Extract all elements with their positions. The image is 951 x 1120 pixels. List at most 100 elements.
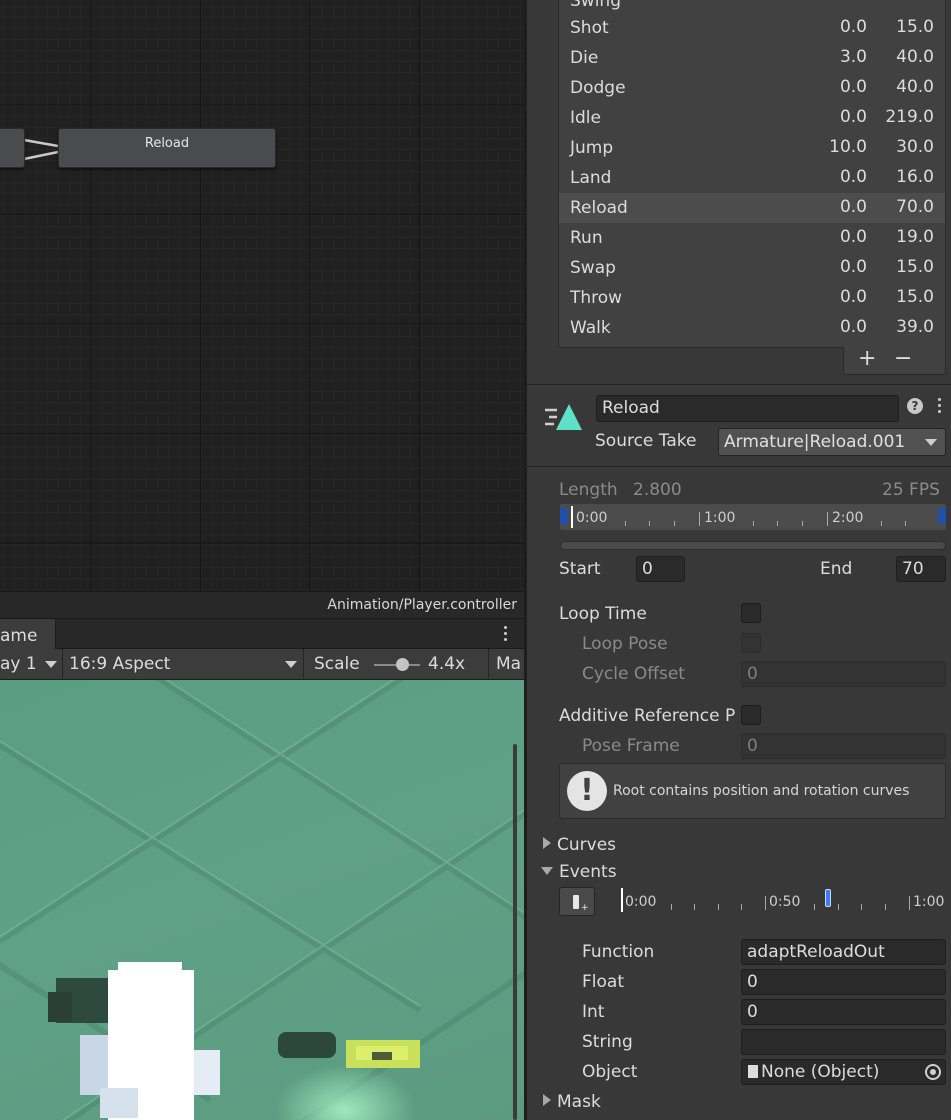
clip-start-frame: 0.0 (839, 197, 867, 217)
object-field[interactable]: None (Object) (741, 1059, 946, 1085)
state-node-partial[interactable] (0, 128, 25, 168)
end-label: End (820, 559, 853, 579)
list-item[interactable]: Dodge 0.0 40.0 (559, 73, 945, 103)
clip-end-frame: 15.0 (896, 257, 934, 277)
string-field[interactable] (741, 1029, 946, 1055)
events-timeline[interactable]: 0:00 0:50 1:00 (607, 886, 944, 916)
loop-pose-label: Loop Pose (582, 634, 668, 654)
help-icon[interactable]: ? (907, 398, 923, 414)
game-tabbar: ame (0, 618, 524, 650)
list-item[interactable]: Walk 0.0 39.0 (559, 313, 945, 343)
range-slider[interactable] (560, 541, 946, 550)
clip-start-frame: 0.0 (839, 107, 867, 127)
divider (527, 466, 951, 467)
list-item[interactable]: Throw 0.0 15.0 (559, 283, 945, 313)
clip-name: Swap (570, 258, 616, 278)
display-dropdown[interactable]: ay 1 (0, 649, 63, 680)
events-playhead[interactable] (621, 888, 623, 912)
mask-label: Mask (557, 1092, 601, 1112)
end-field[interactable]: 70 (896, 556, 946, 582)
clip-name: Die (570, 48, 599, 68)
list-item[interactable]: Jump 10.0 30.0 (559, 133, 945, 163)
remove-clip-button[interactable]: − (894, 344, 912, 374)
weapon-pickup (278, 1032, 420, 1068)
animator-graph[interactable]: Reload (0, 0, 524, 591)
state-node-reload[interactable]: Reload (58, 128, 276, 168)
additive-reference-label: Additive Reference P (559, 706, 736, 726)
inspector-panel: Swing Shot 0.0 15.0 Die 3.0 40.0 Dodge 0.0 40.0 I… (524, 0, 951, 1120)
loop-time-checkbox[interactable] (741, 603, 761, 623)
chevron-right-icon (543, 1094, 551, 1106)
aspect-dropdown[interactable]: 16:9 Aspect (63, 649, 304, 680)
length-label: Length (559, 480, 618, 500)
list-item[interactable]: Swap 0.0 15.0 (559, 253, 945, 283)
object-value: None (Object) (761, 1062, 880, 1082)
clip-start-frame: 0.0 (839, 167, 867, 187)
list-item[interactable]: Die 3.0 40.0 (559, 43, 945, 73)
timeline-start-marker[interactable] (560, 508, 568, 524)
clips-list[interactable]: Swing Shot 0.0 15.0 Die 3.0 40.0 Dodge 0.0 40.0 I… (558, 0, 946, 348)
events-label: Events (559, 862, 617, 882)
clip-end-frame: 19.0 (896, 227, 934, 247)
mask-foldout[interactable]: Mask (543, 1092, 601, 1112)
clip-end-frame: 39.0 (896, 317, 934, 337)
clip-end-frame: 219.0 (885, 107, 934, 127)
timeline-playhead[interactable] (571, 506, 573, 528)
function-field[interactable]: adaptReloadOut (741, 939, 946, 965)
clip-name: Reload (570, 198, 628, 218)
pose-frame-label: Pose Frame (582, 736, 680, 756)
clip-timeline[interactable]: 0:00 1:00 2:00 (560, 504, 946, 530)
curves-foldout[interactable]: Curves (543, 835, 616, 855)
document-icon (748, 1065, 758, 1078)
list-item[interactable]: Run 0.0 19.0 (559, 223, 945, 253)
transition-lines (23, 138, 59, 161)
add-event-button[interactable]: + (559, 887, 595, 916)
chevron-right-icon (543, 837, 551, 849)
object-picker-icon[interactable] (925, 1064, 941, 1080)
cycle-offset-field[interactable]: 0 (741, 661, 946, 687)
maximize-toggle[interactable]: Ma (489, 649, 524, 680)
tab-game-label: ame (0, 626, 38, 646)
list-item[interactable]: Idle 0.0 219.0 (559, 103, 945, 133)
controller-path: Animation/Player.controller (0, 591, 524, 618)
add-clip-button[interactable]: + (858, 344, 876, 374)
animation-event-marker[interactable] (825, 889, 831, 907)
tab-game[interactable]: ame (0, 619, 56, 650)
timeline-tick-label: 0:00 (576, 510, 608, 526)
clip-name: Idle (570, 108, 601, 128)
loop-pose-checkbox[interactable] (741, 633, 761, 653)
float-field[interactable]: 0 (741, 969, 946, 995)
pose-frame-field[interactable]: 0 (741, 733, 946, 759)
float-label: Float (582, 972, 624, 992)
scale-slider-thumb[interactable] (396, 658, 409, 671)
object-label: Object (582, 1062, 638, 1082)
list-item[interactable]: Shot 0.0 15.0 (559, 13, 945, 43)
clip-name: Run (570, 228, 603, 248)
length-value: 2.800 (633, 480, 682, 500)
scale-label: Scale (314, 654, 360, 674)
player-character (48, 962, 220, 1120)
timeline-end-marker[interactable] (938, 508, 946, 524)
list-item[interactable]: Reload 0.0 70.0 (559, 193, 945, 223)
loop-time-label: Loop Time (559, 604, 647, 624)
start-field[interactable]: 0 (636, 556, 685, 582)
kebab-menu-icon[interactable] (933, 398, 945, 416)
display-label: ay 1 (0, 654, 37, 674)
clip-name-field[interactable]: Reload (596, 395, 899, 422)
aspect-label: 16:9 Aspect (69, 654, 171, 674)
source-take-value: Armature|Reload.001 (724, 432, 906, 452)
list-item[interactable]: Land 0.0 16.0 (559, 163, 945, 193)
int-field[interactable]: 0 (741, 999, 946, 1025)
viewport-scrollbar[interactable] (513, 744, 517, 1120)
chevron-down-icon (45, 661, 57, 668)
game-viewport[interactable] (0, 680, 524, 1120)
clip-end-frame: 15.0 (896, 287, 934, 307)
source-take-dropdown[interactable]: Armature|Reload.001 (718, 428, 946, 456)
clip-start-frame: 0.0 (839, 227, 867, 247)
events-foldout[interactable]: Events (541, 862, 617, 882)
events-tick-label: 1:00 (913, 894, 945, 910)
int-label: Int (582, 1002, 605, 1022)
additive-reference-checkbox[interactable] (741, 705, 761, 725)
scale-control: Scale 4.4x (304, 649, 489, 680)
kebab-menu-icon[interactable] (499, 626, 511, 644)
